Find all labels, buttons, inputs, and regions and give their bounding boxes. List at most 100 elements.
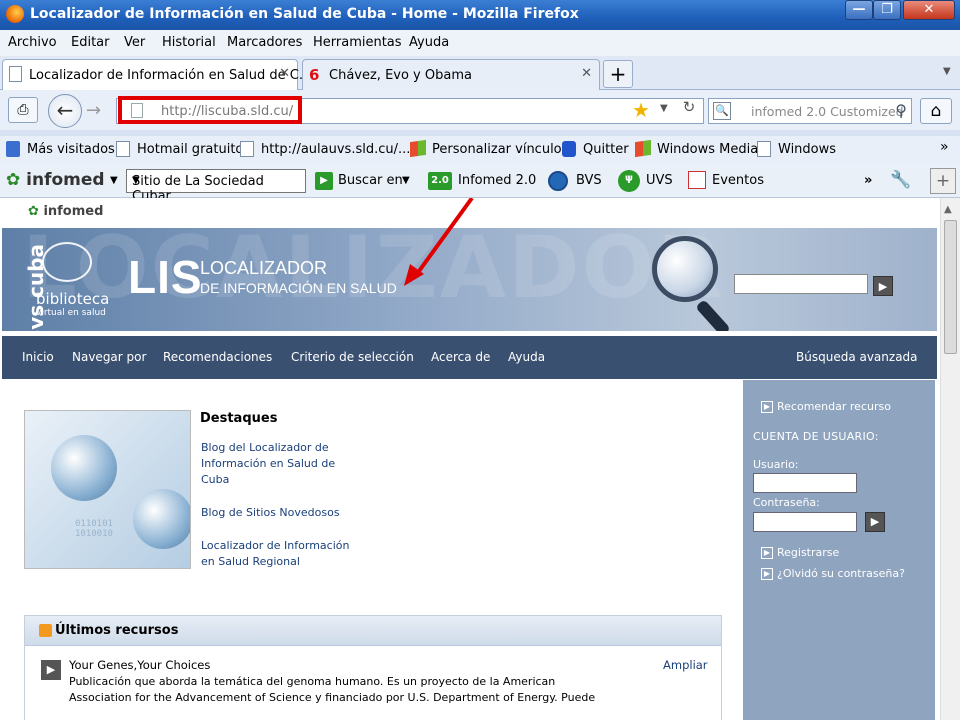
most-visited-icon <box>6 141 20 157</box>
bookmarks-toolbar: Más visitados Hotmail gratuito http://au… <box>0 136 960 164</box>
search-box[interactable]: 🔍 infomed 2.0 Customized ⚲ <box>708 98 912 124</box>
more-bookmarks-chevron-icon[interactable]: » <box>940 139 949 155</box>
banner-search-go-button[interactable]: ▶ <box>873 276 893 296</box>
resource-expand-button[interactable]: ▶ <box>41 660 61 680</box>
uvs-icon: ψ <box>618 170 640 192</box>
scroll-thumb[interactable] <box>944 220 957 354</box>
search-placeholder[interactable]: infomed 2.0 Customized <box>751 104 904 119</box>
usuario-input[interactable] <box>753 473 857 493</box>
page-scrollbar[interactable]: ▲ <box>940 198 960 720</box>
menu-ver[interactable]: Ver <box>124 35 145 50</box>
bookmark-mas-visitados[interactable]: Más visitados <box>27 142 115 157</box>
tab-list-chevron-icon[interactable]: ▼ <box>943 66 951 77</box>
tab-close-icon[interactable]: ✕ <box>581 66 592 81</box>
infomed-logo[interactable]: ✿ infomed <box>6 170 105 190</box>
login-go-button[interactable]: ▶ <box>865 512 885 532</box>
menu-editar[interactable]: Editar <box>71 35 110 50</box>
rss-icon[interactable] <box>39 624 52 637</box>
link-line[interactable]: Cuba <box>201 472 335 488</box>
chevron-down-icon[interactable]: ▼ <box>402 175 410 186</box>
description-line: Association for the Advancement of Scien… <box>69 691 596 704</box>
biblioteca-text: biblioteca <box>36 290 110 308</box>
link-blog-localizador[interactable]: Blog del Localizador de Información en S… <box>201 440 335 488</box>
buscar-en-button[interactable]: Buscar en <box>338 173 403 188</box>
registrarse-label[interactable]: Registrarse <box>777 546 839 559</box>
search-arrow-icon: ▶ <box>315 172 333 190</box>
back-button[interactable]: ← <box>48 94 82 128</box>
add-button[interactable]: + <box>930 168 956 194</box>
forward-button[interactable]: → <box>86 100 101 121</box>
wrench-icon[interactable]: 🔧 <box>890 170 911 190</box>
close-window-button[interactable]: ✕ <box>903 0 955 20</box>
recomendar-label[interactable]: Recomendar recurso <box>777 400 891 413</box>
window-title: Localizador de Información en Salud de C… <box>30 6 579 22</box>
nav-inicio[interactable]: Inicio <box>22 350 54 364</box>
nav-recomendaciones[interactable]: Recomendaciones <box>163 350 272 364</box>
new-tab-button[interactable]: + <box>603 60 633 88</box>
infomed-small-logo[interactable]: ✿ infomed <box>28 204 103 219</box>
link-blog-sitios[interactable]: Blog de Sitios Novedosos <box>201 505 340 521</box>
link-line[interactable]: en Salud Regional <box>201 554 349 570</box>
search-engine-icon[interactable]: 🔍 <box>713 102 731 120</box>
tab-chavez[interactable]: 6 Chávez, Evo y Obama ✕ <box>302 59 600 90</box>
nav-busqueda-avanzada[interactable]: Búsqueda avanzada <box>796 350 918 364</box>
reload-icon[interactable]: ↻ <box>678 98 700 120</box>
bookmark-windows-media[interactable]: Windows Media <box>657 142 758 157</box>
nav-acerca[interactable]: Acerca de <box>431 350 490 364</box>
bvs-icon <box>548 171 568 191</box>
resource-description: Publicación que aborda la temática del g… <box>69 674 629 706</box>
resource-title[interactable]: Your Genes,Your Choices <box>69 658 210 672</box>
more-chevron-icon[interactable]: » <box>864 173 872 188</box>
localizador-title: LOCALIZADOR <box>200 258 328 278</box>
menu-herramientas[interactable]: Herramientas <box>313 35 402 50</box>
menu-historial[interactable]: Historial <box>162 35 216 50</box>
nav-ayuda[interactable]: Ayuda <box>508 350 545 364</box>
recomendar-recurso-link[interactable]: ▶ Recomendar recurso <box>761 400 891 413</box>
bookmark-personalizar[interactable]: Personalizar vínculos <box>432 142 568 157</box>
tab-close-icon[interactable]: ✕ <box>279 66 290 81</box>
olvido-contrasena-link[interactable]: ▶ ¿Olvidó su contraseña? <box>761 567 905 580</box>
bookmark-hotmail[interactable]: Hotmail gratuito <box>137 142 243 157</box>
link-line[interactable]: Blog de Sitios Novedosos <box>201 505 340 521</box>
search-icon[interactable]: ⚲ <box>895 101 907 120</box>
minimize-button[interactable]: — <box>845 0 873 20</box>
page-icon <box>116 141 130 157</box>
quitter-icon <box>562 141 576 157</box>
url-dropdown-icon[interactable]: ▼ <box>660 103 668 114</box>
olvido-label[interactable]: ¿Olvidó su contraseña? <box>777 567 905 580</box>
ultimos-recursos-panel: Últimos recursos ▶ Your Genes,Your Choic… <box>24 615 722 720</box>
nav-navegar-por[interactable]: Navegar por <box>72 350 146 364</box>
bvs-button[interactable]: BVS <box>576 173 602 188</box>
registrarse-link[interactable]: ▶ Registrarse <box>761 546 839 559</box>
banner-search-input[interactable] <box>734 274 868 294</box>
ampliar-link[interactable]: Ampliar <box>663 658 708 672</box>
bookmark-aulauvs[interactable]: http://aulauvs.sld.cu/... <box>261 142 410 157</box>
link-line[interactable]: Información en Salud de <box>201 456 335 472</box>
menu-archivo[interactable]: Archivo <box>8 35 57 50</box>
link-localizador-regional[interactable]: Localizador de Información en Salud Regi… <box>201 538 349 570</box>
infomed20-button[interactable]: Infomed 2.0 <box>458 173 536 188</box>
link-line[interactable]: Blog del Localizador de <box>201 440 335 456</box>
bookmark-windows[interactable]: Windows <box>778 142 836 157</box>
uvs-button[interactable]: UVS <box>646 173 673 188</box>
url-annotation-box <box>118 96 302 124</box>
menu-marcadores[interactable]: Marcadores <box>227 35 302 50</box>
infomed20-icon: 2.0 <box>428 172 452 190</box>
biblioteca-globe-icon <box>42 242 92 282</box>
lis-title: LIS <box>128 251 203 303</box>
eventos-button[interactable]: Eventos <box>712 173 764 188</box>
menu-ayuda[interactable]: Ayuda <box>409 35 449 50</box>
tab-lis[interactable]: Localizador de Información en Salud de C… <box>2 59 311 90</box>
site-navigation: Inicio Navegar por Recomendaciones Crite… <box>2 336 937 379</box>
contrasena-input[interactable] <box>753 512 857 532</box>
site-select[interactable]: Sitio de La Sociedad Cubar ▼ <box>126 169 306 204</box>
bookmark-star-icon[interactable]: ★ <box>632 98 650 122</box>
home-button[interactable]: ⌂ <box>920 98 952 124</box>
logo-dropdown-icon[interactable]: ▼ <box>110 175 118 186</box>
scroll-up-icon[interactable]: ▲ <box>944 204 952 215</box>
link-line[interactable]: Localizador de Información <box>201 538 349 554</box>
bookmark-quitter[interactable]: Quitter <box>583 142 629 157</box>
print-button[interactable]: ⎙ <box>8 97 38 123</box>
nav-criterio[interactable]: Criterio de selección <box>291 350 414 364</box>
maximize-button[interactable]: ❐ <box>873 0 901 20</box>
